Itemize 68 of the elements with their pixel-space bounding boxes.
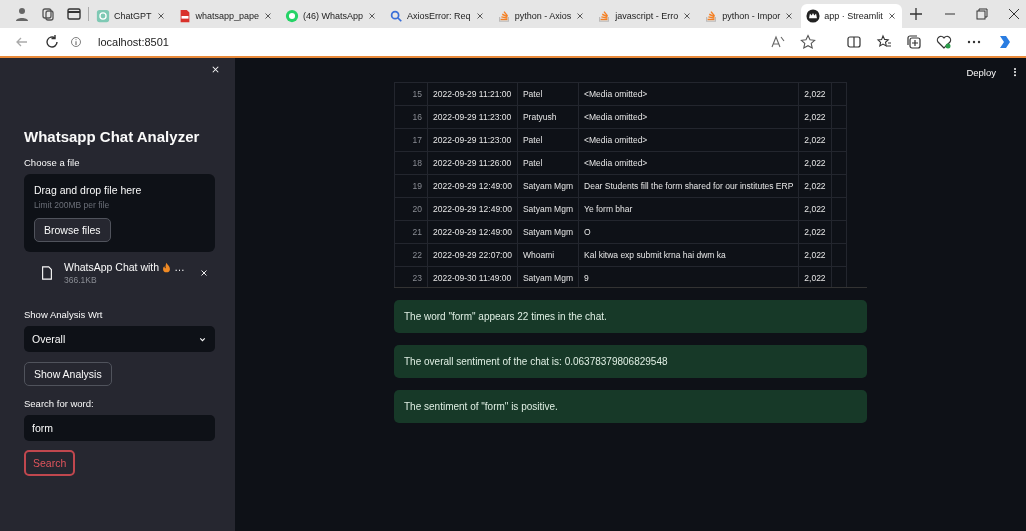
table-cell: 2022-09-29 11:21:00 bbox=[427, 82, 518, 106]
table-cell: Dear Students fill the form shared for our institutes ERP bbox=[578, 174, 799, 198]
table-cell: <Media omitted> bbox=[578, 105, 799, 129]
table-cell: 2022-09-29 11:23:00 bbox=[427, 128, 518, 152]
table-cell: Patel bbox=[517, 82, 579, 106]
browser-tab[interactable]: ChatGPT bbox=[91, 4, 171, 28]
table-cell: 2,022 bbox=[798, 197, 832, 221]
row-index: 17 bbox=[394, 128, 428, 152]
deploy-button[interactable]: Deploy bbox=[966, 66, 996, 78]
search-button[interactable]: Search bbox=[24, 450, 76, 476]
drop-text: Drag and drop file here bbox=[34, 184, 142, 196]
analysis-select[interactable]: Overall bbox=[24, 326, 215, 352]
table-cell: Patel bbox=[517, 151, 579, 175]
table-cell: 2,022 bbox=[798, 128, 832, 152]
row-index: 23 bbox=[394, 266, 428, 287]
row-index: 22 bbox=[394, 243, 428, 267]
browser-tab[interactable]: python - Impor bbox=[699, 4, 800, 28]
row-index: 19 bbox=[394, 174, 428, 198]
file-name: WhatsApp Chat with bbox=[64, 261, 160, 273]
browser-tab[interactable]: app · Streamlit bbox=[801, 4, 902, 28]
table-cell: 2022-09-29 11:23:00 bbox=[427, 105, 518, 129]
ellipsis-text: … bbox=[174, 261, 185, 273]
table-cell: <Media omitted> bbox=[578, 128, 799, 152]
table-cell: O bbox=[578, 220, 799, 244]
row-index: 16 bbox=[394, 105, 428, 129]
file-uploader[interactable]: Drag and drop file here Limit 200MB per file Browse files bbox=[24, 174, 215, 252]
row-index: 20 bbox=[394, 197, 428, 221]
table-cell: 2,022 bbox=[798, 105, 832, 129]
table-cell: 2022-09-29 12:49:00 bbox=[427, 174, 518, 198]
browser-tab[interactable]: whatsapp_pape bbox=[172, 4, 279, 28]
browser-tab[interactable]: javascript - Erro bbox=[592, 4, 698, 28]
browser-tab[interactable]: (46) WhatsApp bbox=[280, 4, 383, 28]
table-cell: 2022-09-29 22:07:00 bbox=[427, 243, 518, 267]
table-cell: 2022-09-29 12:49:00 bbox=[427, 220, 518, 244]
browser-tab[interactable]: python - Axios bbox=[491, 4, 591, 28]
table-cell: Ye form bhar bbox=[578, 197, 799, 221]
table-cell: Pratyush bbox=[517, 105, 579, 129]
success-alert: The overall sentiment of the chat is: 0.06378379806829548 bbox=[394, 345, 867, 378]
table-cell: <Media omitted> bbox=[578, 82, 799, 106]
success-alert: The sentiment of "form" is positive. bbox=[394, 390, 867, 423]
table-cell: 2,022 bbox=[798, 82, 832, 106]
field-label: Show Analysis Wrt bbox=[24, 309, 104, 320]
field-label: Choose a file bbox=[24, 157, 81, 168]
table-cell: 2,022 bbox=[798, 151, 832, 175]
row-index: 15 bbox=[394, 82, 428, 106]
table-cell: 2,022 bbox=[798, 220, 832, 244]
field-label: Search for word: bbox=[24, 398, 95, 409]
table-cell: Patel bbox=[517, 128, 579, 152]
app-title: Whatsapp Chat Analyzer bbox=[24, 127, 201, 147]
success-alert: The word "form" appears 22 times in the chat. bbox=[394, 300, 867, 333]
table-cell: Kal kitwa exp submit krna hai dwm ka bbox=[578, 243, 799, 267]
browser-tab[interactable]: AxiosError: Req bbox=[384, 4, 490, 28]
table-cell: Whoami bbox=[517, 243, 579, 267]
table-cell: 2022-09-29 11:26:00 bbox=[427, 151, 518, 175]
table-cell: 2,022 bbox=[798, 174, 832, 198]
row-index: 18 bbox=[394, 151, 428, 175]
table-cell: <Media omitted> bbox=[578, 151, 799, 175]
search-field[interactable]: form bbox=[24, 415, 215, 441]
row-index: 21 bbox=[394, 220, 428, 244]
table-cell: Satyam Mgm bbox=[517, 174, 579, 198]
table-cell: Satyam Mgm bbox=[517, 220, 579, 244]
table-cell: Satyam Mgm bbox=[517, 197, 579, 221]
table-cell: 2022-09-29 12:49:00 bbox=[427, 197, 518, 221]
show-analysis-button[interactable]: Show Analysis bbox=[24, 362, 112, 386]
file-size: 366.1KB bbox=[64, 275, 98, 285]
limit-text: Limit 200MB per file bbox=[34, 200, 110, 210]
browse-button[interactable]: Browse files bbox=[34, 218, 111, 242]
table-cell: 2,022 bbox=[798, 243, 832, 267]
